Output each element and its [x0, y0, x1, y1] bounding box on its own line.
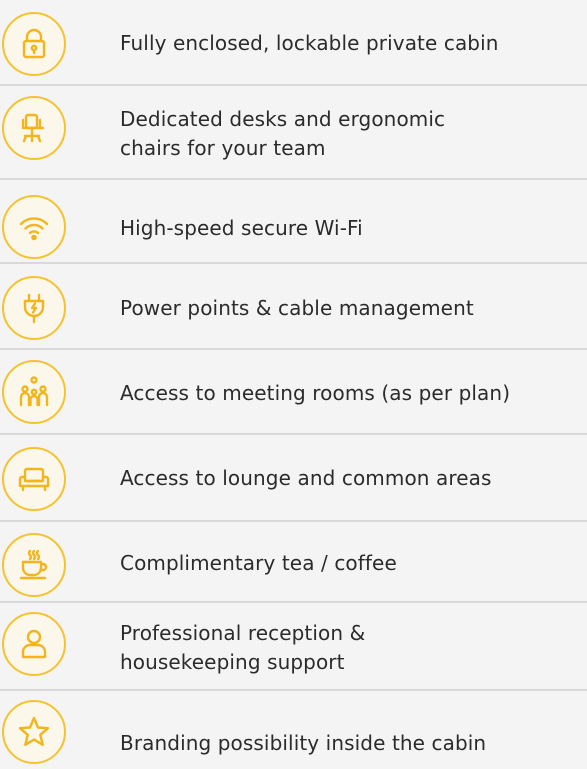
feature-label-3: High-speed secure Wi-Fi	[120, 214, 587, 243]
divider	[0, 84, 587, 86]
feature-label-8: Professional reception & housekeeping su…	[120, 619, 587, 677]
power-plug-icon	[2, 276, 66, 340]
lock-icon	[2, 12, 66, 76]
coffee-cup-icon	[2, 533, 66, 597]
feature-label-9: Branding possibility inside the cabin	[120, 729, 587, 758]
feature-line: Power points & cable management	[120, 296, 474, 320]
wifi-icon	[2, 195, 66, 259]
divider	[0, 689, 587, 691]
reception-person-icon	[2, 612, 66, 676]
feature-label-5: Access to meeting rooms (as per plan)	[120, 379, 587, 408]
feature-label-2: Dedicated desks and ergonomic chairs for…	[120, 105, 587, 163]
feature-line: Dedicated desks and ergonomic	[120, 107, 446, 131]
feature-line: Access to meeting rooms (as per plan)	[120, 381, 511, 405]
feature-label-4: Power points & cable management	[120, 294, 587, 323]
meeting-people-icon	[2, 360, 66, 424]
feature-list: Fully enclosed, lockable private cabin D…	[0, 0, 587, 769]
feature-line: chairs for your team	[120, 136, 326, 160]
feature-line: High-speed secure Wi-Fi	[120, 216, 363, 240]
divider	[0, 601, 587, 603]
feature-label-7: Complimentary tea / coffee	[120, 549, 587, 578]
feature-line: Fully enclosed, lockable private cabin	[120, 31, 499, 55]
divider	[0, 433, 587, 435]
divider	[0, 178, 587, 180]
feature-line: housekeeping support	[120, 650, 345, 674]
desk-chair-icon	[2, 96, 66, 160]
star-icon	[2, 700, 66, 764]
feature-label-1: Fully enclosed, lockable private cabin	[120, 29, 587, 58]
feature-line: Access to lounge and common areas	[120, 466, 492, 490]
feature-line: Professional reception &	[120, 621, 366, 645]
divider	[0, 520, 587, 522]
sofa-icon	[2, 447, 66, 511]
feature-line: Branding possibility inside the cabin	[120, 731, 487, 755]
feature-label-6: Access to lounge and common areas	[120, 464, 587, 493]
divider	[0, 262, 587, 264]
divider	[0, 348, 587, 350]
feature-line: Complimentary tea / coffee	[120, 551, 397, 575]
